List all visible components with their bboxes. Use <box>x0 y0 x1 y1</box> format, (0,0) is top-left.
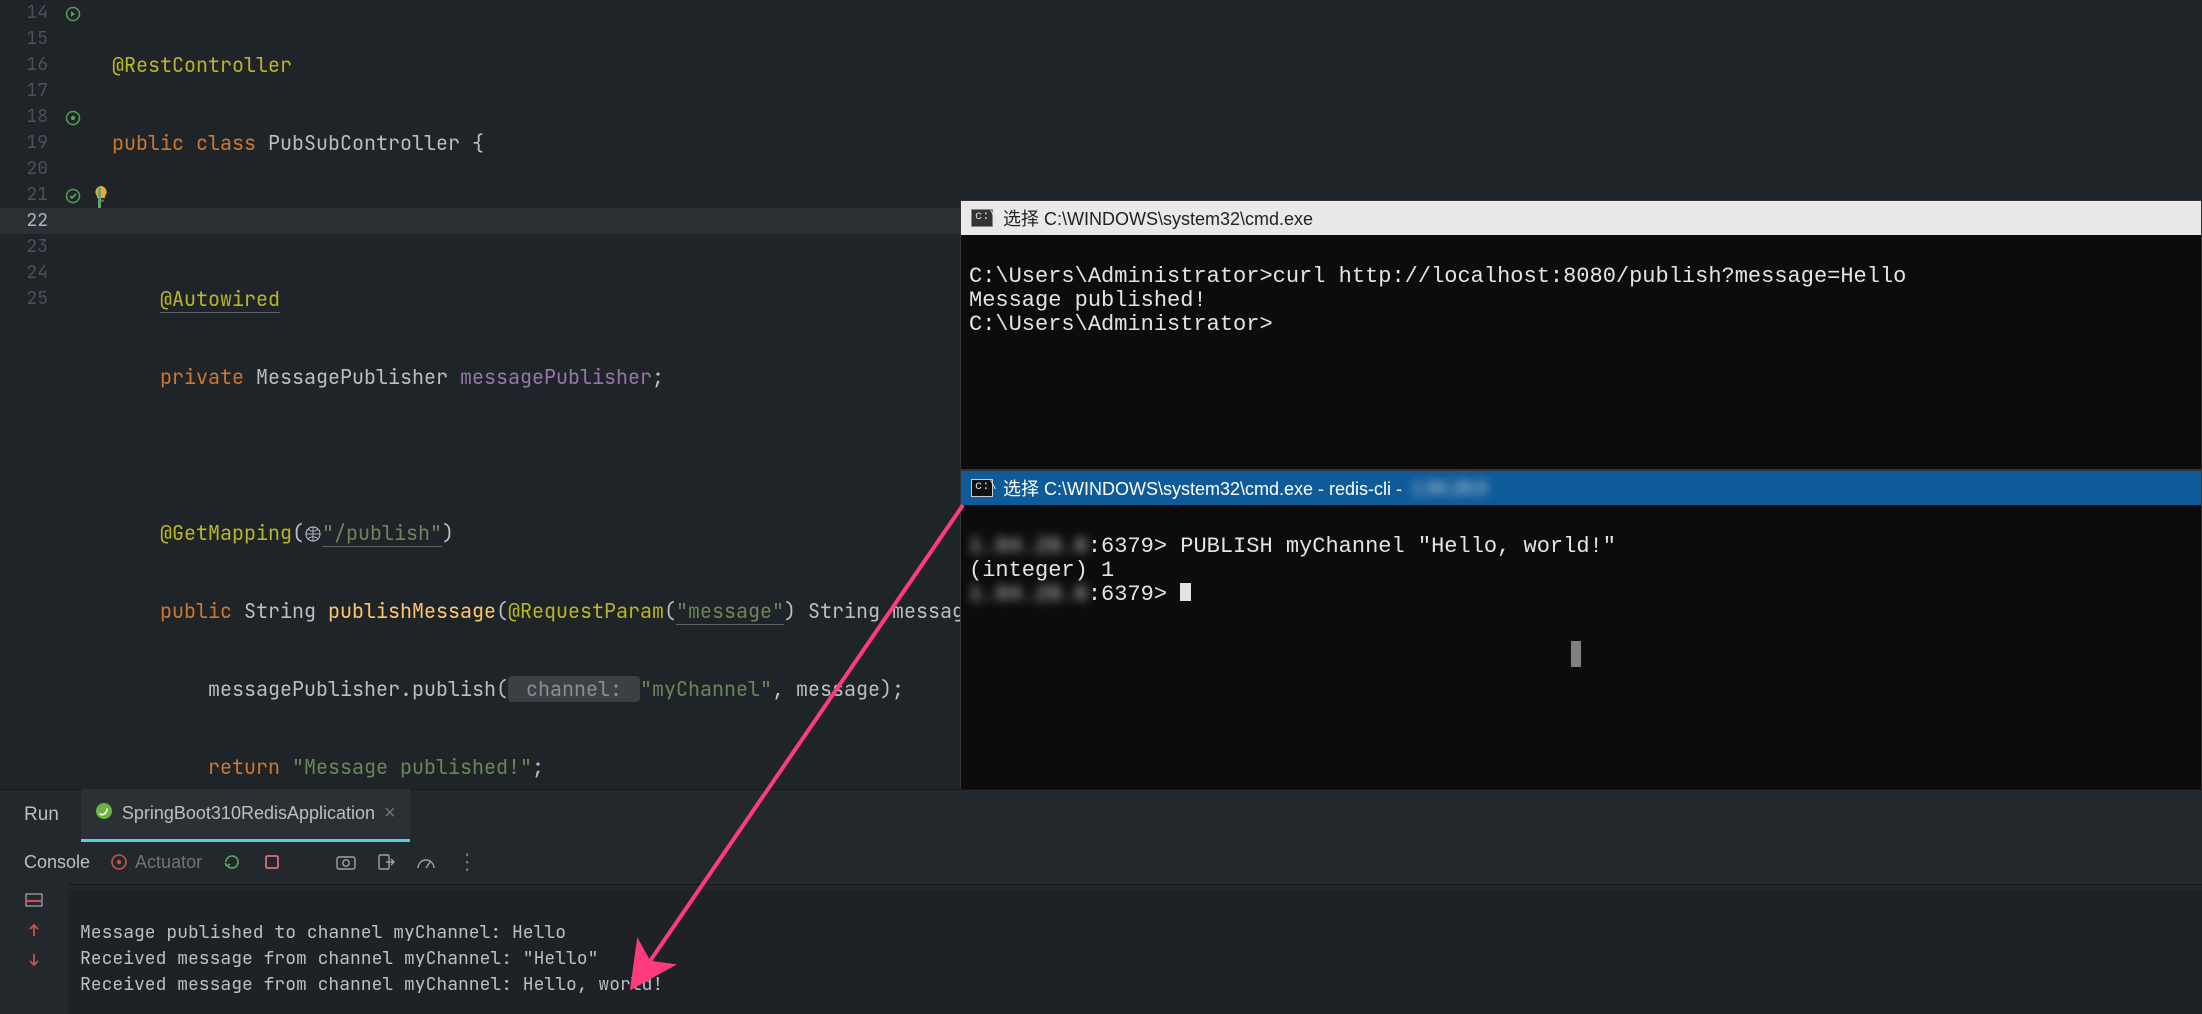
gutter-markers[interactable] <box>56 0 90 790</box>
param-hint: channel: <box>508 676 640 702</box>
run-config-name: SpringBoot310RedisApplication <box>122 803 375 824</box>
log-line: Received message from channel myChannel:… <box>80 972 2190 998</box>
exit-icon[interactable] <box>376 852 396 872</box>
camera-icon[interactable] <box>336 852 356 872</box>
cmd-titlebar[interactable]: c:\ 选择 C:\WINDOWS\system32\cmd.exe - red… <box>961 471 2201 505</box>
cmd-title: 选择 C:\WINDOWS\system32\cmd.exe - redis-c… <box>1003 475 1402 501</box>
run-toolbar: Console Actuator ⋮ <box>0 840 2202 885</box>
code-line[interactable]: return "Message published!"; <box>112 754 960 780</box>
line-number[interactable]: 16 <box>0 52 56 78</box>
line-number-current[interactable]: 22 <box>0 208 56 234</box>
line-number-gutter[interactable]: 14 15 16 17 18 19 20 21 22 23 24 25 <box>0 0 56 790</box>
line-number[interactable]: 18 <box>0 104 56 130</box>
endpoint-marker-icon[interactable] <box>56 182 90 208</box>
more-icon[interactable]: ⋮ <box>456 849 480 875</box>
line-number[interactable]: 19 <box>0 130 56 156</box>
scroll-down-icon[interactable] <box>24 950 44 970</box>
log-line: Message published to channel myChannel: … <box>80 920 2190 946</box>
spring-icon <box>95 802 113 825</box>
code-line[interactable] <box>112 442 960 468</box>
console-output[interactable]: Message published to channel myChannel: … <box>68 890 2202 1014</box>
cmd-window[interactable]: c:\ 选择 C:\WINDOWS\system32\cmd.exe C:\Us… <box>960 200 2202 470</box>
cmd-body[interactable]: 1.94.28.6:6379> PUBLISH myChannel "Hello… <box>961 505 2201 661</box>
change-marker <box>98 188 101 208</box>
blurred-host: 1.94.28.6 <box>969 583 1088 607</box>
console-tab[interactable]: Console <box>24 852 90 873</box>
blurred-text: 1.94.28.6 <box>1412 478 1487 499</box>
cmd-line: C:\Users\Administrator>curl http://local… <box>969 265 2193 289</box>
code-area[interactable]: @RestController public class PubSubContr… <box>112 0 960 790</box>
actuator-tab[interactable]: Actuator <box>110 852 202 873</box>
code-line[interactable]: private MessagePublisher messagePublishe… <box>112 364 960 390</box>
code-line[interactable]: @Autowired <box>112 286 960 312</box>
cmd-icon: c:\ <box>971 209 993 227</box>
cmd-line: Message published! <box>969 289 2193 313</box>
code-line[interactable]: @GetMapping("/publish") <box>112 520 960 546</box>
line-number[interactable]: 14 <box>0 0 56 26</box>
profiler-icon[interactable] <box>416 852 436 872</box>
stop-icon[interactable] <box>262 852 282 872</box>
run-config-tab[interactable]: SpringBoot310RedisApplication × <box>81 789 410 842</box>
line-number[interactable]: 23 <box>0 234 56 260</box>
cmd-titlebar[interactable]: c:\ 选择 C:\WINDOWS\system32\cmd.exe <box>961 201 2201 235</box>
code-line[interactable]: public class PubSubController { <box>112 130 960 156</box>
cmd-line: C:\Users\Administrator> <box>969 313 2193 337</box>
cmd-icon: c:\ <box>971 479 993 497</box>
close-icon[interactable]: × <box>384 802 396 825</box>
cmd-line: 1.94.28.6:6379> PUBLISH myChannel "Hello… <box>969 535 2193 559</box>
code-line[interactable]: @RestController <box>112 52 960 78</box>
blurred-host: 1.94.28.6 <box>969 535 1088 559</box>
line-number[interactable]: 15 <box>0 26 56 52</box>
cmd-window-redis[interactable]: c:\ 选择 C:\WINDOWS\system32\cmd.exe - red… <box>960 470 2202 790</box>
globe-icon <box>304 523 322 541</box>
code-line[interactable]: messagePublisher.publish( channel: "myCh… <box>112 676 960 702</box>
intention-bulb-icon[interactable] <box>92 183 110 209</box>
class-marker-icon[interactable] <box>56 0 90 26</box>
scroll-up-icon[interactable] <box>24 920 44 940</box>
cursor-icon <box>1180 583 1191 601</box>
line-number[interactable]: 24 <box>0 260 56 286</box>
rerun-icon[interactable] <box>222 852 242 872</box>
selection-block <box>1571 641 1581 667</box>
bean-marker-icon[interactable] <box>56 104 90 130</box>
cmd-line: (integer) 1 <box>969 559 2193 583</box>
line-number[interactable]: 20 <box>0 156 56 182</box>
code-editor[interactable]: 14 15 16 17 18 19 20 21 22 23 24 25 @Res… <box>0 0 960 790</box>
cmd-body[interactable]: C:\Users\Administrator>curl http://local… <box>961 235 2201 391</box>
cmd-line: 1.94.28.6:6379> <box>969 583 2193 607</box>
code-line[interactable] <box>112 208 960 234</box>
line-number[interactable]: 25 <box>0 286 56 312</box>
code-line[interactable]: public String publishMessage(@RequestPar… <box>112 598 960 624</box>
cmd-title: 选择 C:\WINDOWS\system32\cmd.exe <box>1003 205 1313 231</box>
run-title: Run <box>24 804 59 826</box>
line-number[interactable]: 21 <box>0 182 56 208</box>
log-line: Received message from channel myChannel:… <box>80 946 2190 972</box>
run-header: Run SpringBoot310RedisApplication × <box>0 790 2202 840</box>
actuator-icon <box>110 853 128 871</box>
console-gutter <box>0 884 68 1014</box>
run-tool-window[interactable]: Run SpringBoot310RedisApplication × Cons… <box>0 789 2202 1014</box>
line-number[interactable]: 17 <box>0 78 56 104</box>
layout-icon[interactable] <box>24 890 44 910</box>
